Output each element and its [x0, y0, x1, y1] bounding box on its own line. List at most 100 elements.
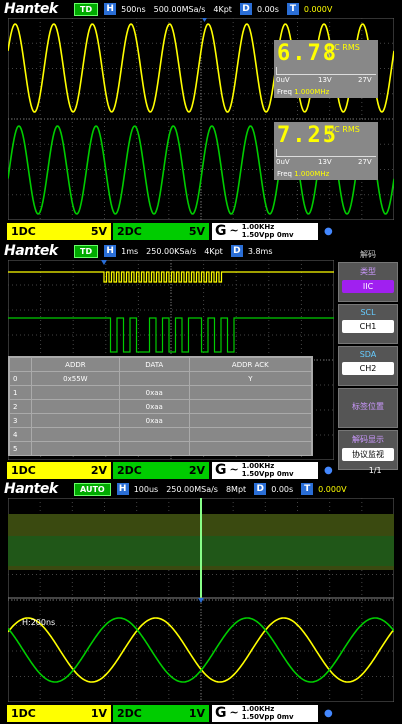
timebase[interactable]: 100us: [134, 485, 159, 494]
generator-freq: 1.00KHz: [241, 705, 275, 713]
table-cell: [188, 427, 313, 442]
column-header: DATA: [118, 357, 190, 372]
measurement-2-scale: [276, 149, 376, 157]
sample-rate: 500.00MSa/s: [153, 4, 206, 14]
ch2-button[interactable]: 2DC 1V: [113, 704, 209, 722]
table-row[interactable]: 0 0x55W Y: [9, 371, 313, 386]
table-header: ADDR DATA ADDR ACK: [9, 357, 313, 372]
hantek-logo: Hantek: [4, 481, 58, 497]
decode-type-button[interactable]: 类型 IIC: [338, 262, 398, 302]
table-cell: [31, 399, 120, 414]
table-cell: [31, 413, 120, 428]
bluetooth-icon: ●: [324, 707, 333, 719]
table-cell: [118, 441, 190, 456]
freq-label: Freq: [277, 170, 292, 178]
sine-wave-icon: ~: [229, 706, 239, 719]
scope-panel-3: Hantek AUTO H 100us 250.00MSa/s 8Mpt D 0…: [0, 480, 402, 724]
run-mode-badge[interactable]: TD: [74, 2, 99, 16]
scale-label: 27V: [358, 158, 372, 166]
ch2-label: 2DC: [117, 706, 142, 720]
waveform-screen[interactable]: 6.78 DC RMS V 0uV 13V 27V Freq 1.000MHz 7…: [8, 18, 394, 220]
table-cell: 5: [9, 441, 32, 456]
horizontal-icon: H: [104, 245, 117, 257]
ch2-scale: 5V: [188, 224, 205, 238]
table-cell: [31, 427, 120, 442]
table-row[interactable]: 1 0xaa: [9, 385, 313, 400]
delay-value[interactable]: 3.8ms: [248, 247, 273, 256]
channel-bar: 1DC 2V 2DC 2V G ~ 1.00KHz 1.50Vpp 0mv ● 1/1: [0, 460, 382, 480]
measurement-1: 6.78 DC RMS V 0uV 13V 27V Freq 1.000MHz: [274, 40, 378, 98]
generator-offset: 0mv: [276, 231, 294, 239]
table-cell: 0: [9, 371, 32, 386]
generator-button[interactable]: G ~ 1.00KHz 1.50Vpp 0mv: [212, 222, 318, 240]
ch1-scale: 5V: [90, 224, 107, 238]
table-cell: 1: [9, 385, 32, 400]
channel-bar: 1DC 1V 2DC 1V G ~ 1.00KHz 1.50Vpp 0mv ●: [0, 703, 333, 723]
table-cell: [188, 399, 313, 414]
delay-value[interactable]: 0.00s: [257, 5, 279, 14]
table-cell: 2: [9, 399, 32, 414]
memory-depth: 8Mpt: [225, 484, 247, 494]
memory-depth: 4Kpt: [204, 246, 223, 256]
menu-label: SCL: [360, 308, 376, 317]
ch2-scale: 1V: [188, 706, 205, 720]
table-row[interactable]: 2 0xaa: [9, 399, 313, 414]
generator-amp: 1.50Vpp: [241, 231, 275, 239]
trigger-level[interactable]: 0.000V: [304, 5, 332, 14]
sda-source-button[interactable]: SDA CH2: [338, 346, 398, 386]
ch2-label: 2DC: [117, 224, 142, 238]
run-mode-badge[interactable]: TD: [74, 244, 99, 258]
trigger-level[interactable]: 0.000V: [318, 485, 346, 494]
table-cell: [118, 371, 190, 386]
scl-source-button[interactable]: SCL CH1: [338, 304, 398, 344]
table-row[interactable]: 5: [9, 441, 313, 456]
timebase[interactable]: 1ms: [121, 247, 138, 256]
table-cell: Y: [188, 371, 313, 386]
horizontal-icon: H: [104, 3, 117, 15]
sine-wave-icon: ~: [229, 224, 239, 237]
column-header: ADDR: [31, 357, 120, 372]
generator-freq: 1.00KHz: [241, 462, 275, 470]
trigger-icon: T: [286, 3, 299, 15]
table-row[interactable]: 4: [9, 427, 313, 442]
ch2-button[interactable]: 2DC 5V: [113, 222, 209, 240]
table-cell: 0xaa: [118, 399, 190, 414]
ch1-label: 1DC: [11, 706, 36, 720]
timebase[interactable]: 500ns: [121, 5, 146, 14]
ch2-button[interactable]: 2DC 2V: [113, 461, 209, 479]
ch1-scale: 2V: [90, 463, 107, 477]
menu-label: 标签位置: [352, 402, 384, 411]
scale-label: 13V: [318, 76, 332, 84]
ch1-button[interactable]: 1DC 1V: [7, 704, 111, 722]
delay-value[interactable]: 0.00s: [271, 485, 293, 494]
column-header: [9, 357, 32, 372]
scl-trace: [8, 271, 334, 283]
trigger-marker: [202, 18, 207, 22]
ch1-button[interactable]: 1DC 5V: [7, 222, 111, 240]
generator-button[interactable]: G ~ 1.00KHz 1.50Vpp 0mv: [212, 704, 318, 722]
trigger-icon: T: [301, 483, 314, 495]
waveform-screen[interactable]: H:200ns: [8, 498, 394, 702]
table-row[interactable]: 3 0xaa: [9, 413, 313, 428]
label-position-button[interactable]: 标签位置: [338, 388, 398, 428]
delay-icon: D: [254, 483, 267, 495]
scale-label: 0uV: [276, 158, 290, 166]
menu-label: SDA: [359, 350, 377, 359]
measurement-2: 7.25 DC RMS V 0uV 13V 27V Freq 1.000MHz: [274, 122, 378, 180]
generator-button[interactable]: G ~ 1.00KHz 1.50Vpp 0mv: [212, 461, 318, 479]
generator-amp: 1.50Vpp: [241, 470, 275, 478]
table-cell: [31, 441, 120, 456]
scale-label: 27V: [358, 76, 372, 84]
ch1-button[interactable]: 1DC 2V: [7, 461, 111, 479]
scale-label: 13V: [318, 158, 332, 166]
freq-value: 1.000MHz: [294, 170, 330, 178]
status-bar: Hantek TD H 500ns 500.00MSa/s 4Kpt D 0.0…: [0, 0, 332, 18]
measurement-1-scale: [276, 67, 376, 75]
measurement-2-unit: V: [328, 134, 334, 143]
measurement-1-type: DC RMS: [328, 43, 360, 52]
table-cell: [188, 385, 313, 400]
waveform-display: [8, 498, 394, 702]
scale-label: 0uV: [276, 76, 290, 84]
run-mode-badge[interactable]: AUTO: [74, 482, 111, 496]
status-bar: Hantek TD H 1ms 250.00KSa/s 4Kpt D 3.8ms: [0, 242, 281, 260]
